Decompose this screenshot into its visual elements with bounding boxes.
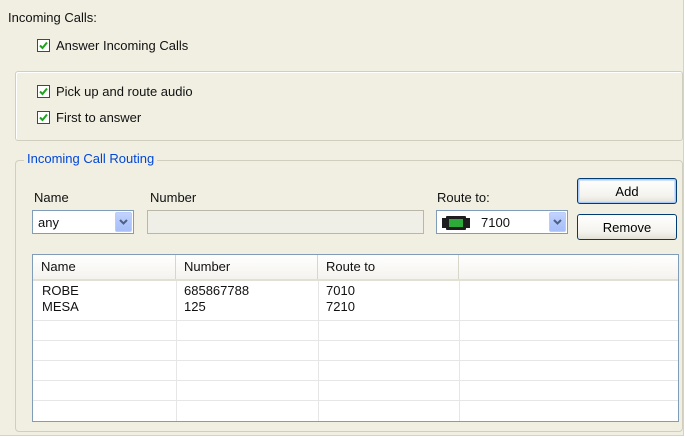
column-header-number[interactable]: Number: [176, 255, 318, 279]
answer-incoming-calls-checkbox[interactable]: Answer Incoming Calls: [37, 38, 188, 53]
cell-number: 125: [184, 299, 206, 314]
table-header: Name Number Route to: [33, 255, 678, 281]
grid-line: [33, 400, 678, 401]
audio-options-box: [15, 71, 683, 141]
answer-incoming-calls-label: Answer Incoming Calls: [56, 38, 189, 53]
grid-line: [33, 360, 678, 361]
incoming-calls-heading: Incoming Calls:: [8, 10, 97, 25]
name-dropdown[interactable]: any: [32, 210, 134, 234]
column-header-route-to[interactable]: Route to: [318, 255, 459, 279]
pickup-route-audio-checkbox[interactable]: Pick up and route audio: [37, 84, 193, 99]
chevron-down-icon[interactable]: [115, 212, 132, 232]
call-routing-table[interactable]: Name Number Route to ROBE 685867788 7010…: [32, 254, 679, 422]
cell-route-to: 7010: [326, 283, 355, 298]
route-to-dropdown[interactable]: 7100: [436, 210, 568, 234]
add-button[interactable]: Add: [577, 178, 677, 204]
cell-name: ROBE: [42, 283, 79, 298]
table-row[interactable]: MESA 125 7210: [33, 300, 678, 315]
checkbox-checked-icon: [37, 39, 50, 52]
route-to-label: Route to:: [437, 190, 490, 205]
column-header-blank: [459, 255, 678, 279]
grid-line: [33, 320, 678, 321]
cell-number: 685867788: [184, 283, 250, 298]
table-row[interactable]: ROBE 685867788 7010: [33, 284, 678, 299]
grid-line: [33, 380, 678, 381]
number-input[interactable]: [147, 210, 424, 234]
incoming-calls-panel: Incoming Calls: Answer Incoming Calls Pi…: [0, 0, 684, 436]
chevron-down-icon[interactable]: [549, 212, 566, 232]
cell-route-to: 7210: [326, 299, 355, 314]
number-label: Number: [150, 190, 197, 205]
checkbox-checked-icon: [37, 85, 50, 98]
cell-name: MESA: [42, 299, 79, 314]
first-to-answer-label: First to answer: [56, 110, 142, 125]
grid-line: [33, 340, 678, 341]
phone-device-icon: [442, 216, 470, 230]
name-dropdown-value: any: [38, 215, 59, 230]
pickup-route-audio-label: Pick up and route audio: [56, 84, 193, 99]
remove-button[interactable]: Remove: [577, 214, 677, 240]
first-to-answer-checkbox[interactable]: First to answer: [37, 110, 141, 125]
route-to-dropdown-value: 7100: [481, 215, 510, 230]
incoming-call-routing-legend: Incoming Call Routing: [24, 151, 158, 166]
column-header-name[interactable]: Name: [33, 255, 176, 279]
checkbox-checked-icon: [37, 111, 50, 124]
name-label: Name: [34, 190, 69, 205]
